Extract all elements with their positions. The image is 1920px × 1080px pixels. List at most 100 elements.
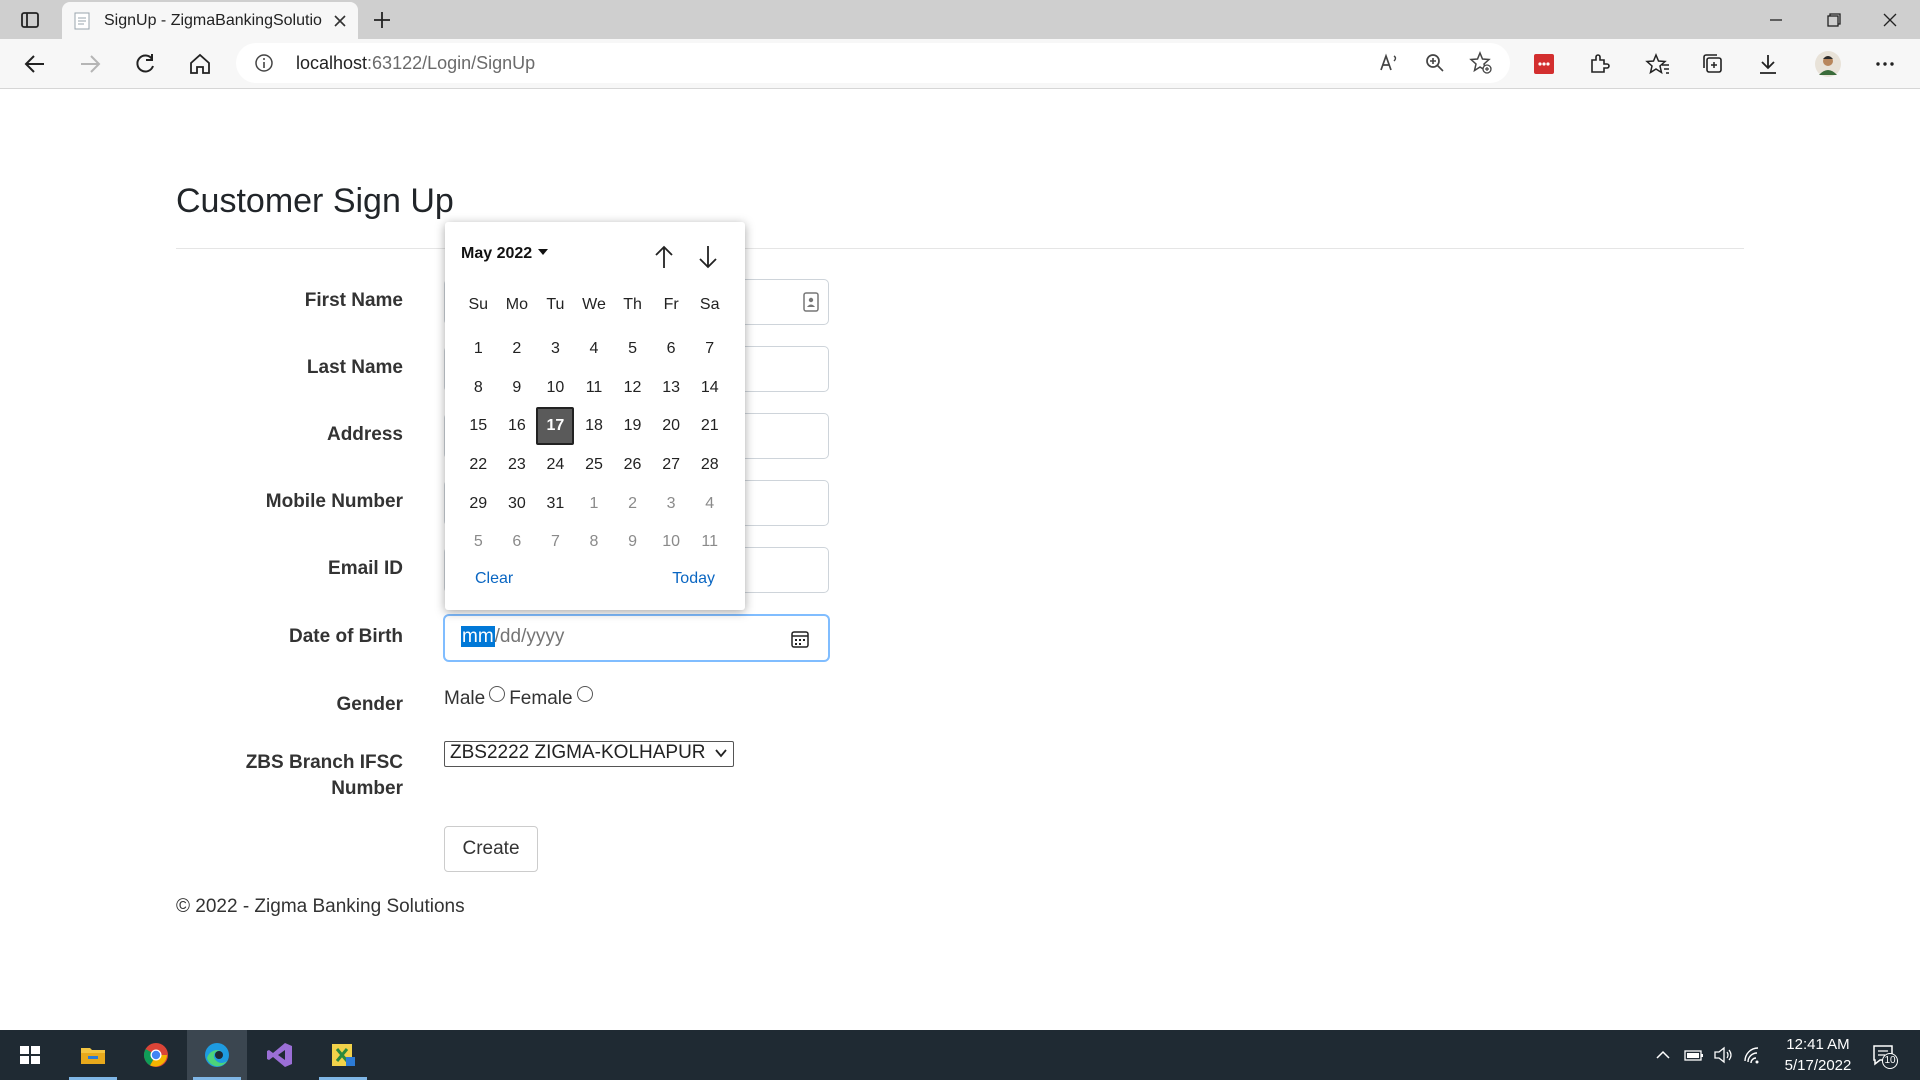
taskbar-file-explorer[interactable] [63, 1030, 123, 1080]
address-bar[interactable]: localhost:63122/Login/SignUp [236, 43, 1510, 83]
profile-avatar-icon[interactable] [1814, 50, 1842, 78]
branch-ifsc-select[interactable]: ZBS2222 ZIGMA-KOLHAPUR [444, 741, 734, 767]
male-radio[interactable] [489, 686, 506, 702]
day-cell[interactable]: 2 [498, 330, 537, 369]
url-text[interactable]: localhost:63122/Login/SignUp [296, 53, 535, 74]
day-cell[interactable]: 29 [459, 484, 498, 523]
dob-month-segment[interactable]: mm [461, 626, 495, 647]
start-button[interactable] [0, 1030, 60, 1080]
day-cell[interactable]: 26 [613, 446, 652, 485]
show-hidden-icons-chevron-icon[interactable] [1652, 1044, 1674, 1066]
home-icon[interactable] [187, 51, 213, 77]
day-cell[interactable]: 22 [459, 446, 498, 485]
day-cell[interactable]: 20 [652, 407, 691, 446]
battery-icon[interactable] [1683, 1044, 1705, 1066]
create-button[interactable]: Create [444, 826, 538, 872]
dob-placeholder[interactable]: mm/dd/yyyy [461, 626, 564, 648]
autofill-contact-icon[interactable] [802, 292, 820, 312]
day-cell[interactable]: 16 [498, 407, 537, 446]
tab-actions-icon[interactable] [18, 8, 42, 32]
extension-red-icon[interactable] [1531, 51, 1557, 77]
next-month-arrow-icon[interactable] [695, 242, 721, 272]
downloads-icon[interactable] [1755, 51, 1781, 77]
day-cell[interactable]: 5 [613, 330, 652, 369]
day-cell[interactable]: 3 [652, 484, 691, 523]
day-cell[interactable]: 24 [536, 446, 575, 485]
day-cell[interactable]: 19 [613, 407, 652, 446]
day-cell[interactable]: 4 [575, 330, 614, 369]
day-cell[interactable]: 27 [652, 446, 691, 485]
collections-icon[interactable] [1700, 51, 1726, 77]
day-cell[interactable]: 23 [498, 446, 537, 485]
day-cell[interactable]: 10 [536, 369, 575, 408]
day-cell[interactable]: 18 [575, 407, 614, 446]
day-cell[interactable]: 11 [690, 523, 729, 562]
day-cell[interactable]: 2 [613, 484, 652, 523]
tab-close-icon[interactable] [330, 11, 350, 31]
read-aloud-icon[interactable] [1376, 50, 1402, 76]
last-name-label: Last Name [306, 357, 403, 378]
zoom-icon[interactable] [1422, 50, 1448, 76]
previous-month-arrow-icon[interactable] [651, 242, 677, 272]
female-radio[interactable] [576, 686, 593, 702]
minimize-icon[interactable] [1758, 6, 1794, 34]
dob-rest-segment[interactable]: /dd/yyyy [495, 626, 565, 647]
day-cell[interactable]: 25 [575, 446, 614, 485]
today-button[interactable]: Today [672, 570, 715, 588]
weekday-label: Tu [546, 296, 565, 313]
add-favorite-icon[interactable] [1468, 50, 1494, 76]
wifi-icon[interactable] [1742, 1044, 1764, 1066]
more-options-icon[interactable] [1872, 51, 1898, 77]
taskbar-chrome[interactable] [126, 1030, 186, 1080]
taskbar-edge[interactable] [187, 1030, 247, 1080]
taskbar-app[interactable] [313, 1030, 373, 1080]
clear-button[interactable]: Clear [475, 570, 513, 588]
month-year-selector[interactable]: May 2022 [461, 245, 549, 263]
taskbar-visual-studio[interactable] [250, 1030, 310, 1080]
site-info-icon[interactable] [254, 53, 274, 73]
day-number: 3 [550, 340, 560, 358]
day-cell[interactable]: 9 [498, 369, 537, 408]
day-cell[interactable]: 9 [613, 523, 652, 562]
system-clock[interactable]: 12:41 AM 5/17/2022 [1770, 1034, 1866, 1076]
day-cell[interactable]: 7 [536, 523, 575, 562]
day-cell[interactable]: 4 [690, 484, 729, 523]
day-cell[interactable]: 6 [498, 523, 537, 562]
day-grid: 1 2 3 4 5 6 7 8 9 10 11 12 13 14 15 16 17 18 19 20 21 22 23 24 2… [459, 330, 729, 562]
browser-tab[interactable]: SignUp - ZigmaBankingSolutions [62, 2, 358, 39]
day-number: 28 [700, 456, 719, 474]
day-cell[interactable]: 10 [652, 523, 691, 562]
branch-ifsc-label: ZBS Branch IFSC Number [163, 752, 403, 804]
day-cell[interactable]: 1 [459, 330, 498, 369]
day-cell[interactable]: 3 [536, 330, 575, 369]
day-cell[interactable]: 14 [690, 369, 729, 408]
extensions-icon[interactable] [1586, 51, 1612, 77]
calendar-icon[interactable] [790, 629, 810, 649]
forward-arrow-icon[interactable] [77, 51, 103, 77]
day-cell[interactable]: 7 [690, 330, 729, 369]
day-cell[interactable]: 31 [536, 484, 575, 523]
day-cell[interactable]: 5 [459, 523, 498, 562]
day-cell[interactable]: 15 [459, 407, 498, 446]
selected-day-cell[interactable]: 17 [536, 407, 575, 446]
dob-input[interactable]: mm/dd/yyyy [444, 615, 829, 661]
weekday-label: Fr [663, 296, 679, 313]
new-tab-icon[interactable] [370, 8, 394, 32]
day-cell[interactable]: 28 [690, 446, 729, 485]
day-cell[interactable]: 21 [690, 407, 729, 446]
day-cell[interactable]: 11 [575, 369, 614, 408]
restore-icon[interactable] [1815, 6, 1851, 34]
day-cell[interactable]: 1 [575, 484, 614, 523]
back-arrow-icon[interactable] [22, 51, 48, 77]
day-cell[interactable]: 8 [459, 369, 498, 408]
day-cell[interactable]: 6 [652, 330, 691, 369]
favorites-icon[interactable] [1645, 51, 1671, 77]
volume-icon[interactable] [1712, 1044, 1734, 1066]
day-cell[interactable]: 8 [575, 523, 614, 562]
day-number: 2 [512, 340, 522, 358]
day-cell[interactable]: 30 [498, 484, 537, 523]
day-cell[interactable]: 12 [613, 369, 652, 408]
close-window-icon[interactable] [1872, 6, 1908, 34]
day-cell[interactable]: 13 [652, 369, 691, 408]
refresh-icon[interactable] [132, 51, 158, 77]
